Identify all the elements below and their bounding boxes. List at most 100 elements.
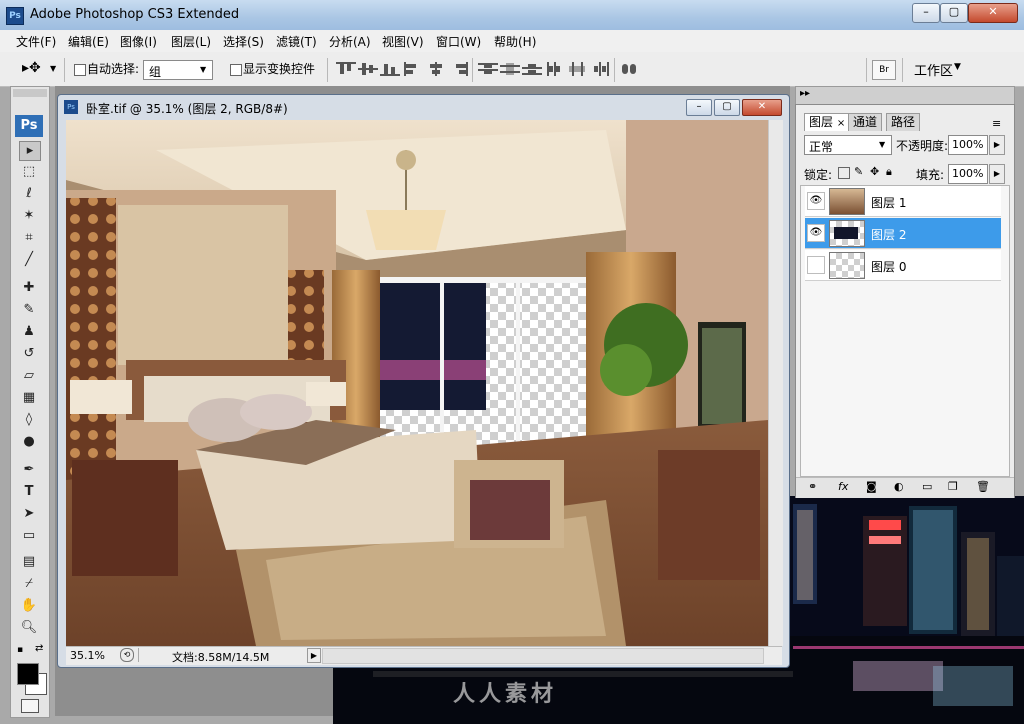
menu-analysis[interactable]: 分析(A) xyxy=(329,33,371,50)
align-left-edges-icon[interactable] xyxy=(404,62,424,76)
panel-dock-header[interactable]: ▸▸ xyxy=(795,86,1015,106)
panel-menu-icon[interactable]: ≡ xyxy=(992,117,1001,130)
close-button[interactable]: ✕ xyxy=(968,3,1018,23)
chevron-down-icon[interactable]: ▼ xyxy=(50,64,56,73)
distribute-top-icon[interactable] xyxy=(478,62,498,76)
eraser-tool-icon[interactable]: ▱ xyxy=(19,367,39,385)
swap-colors-icon[interactable]: ⇄ xyxy=(35,643,43,654)
photoshop-logo[interactable]: Ps xyxy=(15,115,43,137)
notes-tool-icon[interactable]: ▤ xyxy=(19,553,39,571)
minimize-button[interactable]: – xyxy=(912,3,940,23)
align-vertical-centers-icon[interactable] xyxy=(358,62,378,76)
move-tool-preset-icon[interactable]: ▸✥ xyxy=(22,60,46,78)
hand-tool-icon[interactable]: ✋ xyxy=(19,597,39,615)
layer-mask-icon[interactable]: ◙ xyxy=(866,480,877,493)
path-selection-icon[interactable]: ➤ xyxy=(19,505,39,523)
align-top-edges-icon[interactable] xyxy=(336,62,356,76)
pen-tool-icon[interactable]: ✒ xyxy=(19,461,39,479)
blend-mode-dropdown[interactable]: 正常 ▼ xyxy=(804,135,892,155)
tab-channels[interactable]: 通道 xyxy=(848,113,883,131)
crop-tool-icon[interactable]: ⌗ xyxy=(19,229,39,247)
type-tool-icon[interactable]: T xyxy=(19,483,39,501)
layer-row[interactable]: 图层 0 xyxy=(805,250,1001,281)
marquee-tool-icon[interactable]: ⬚ xyxy=(19,163,39,181)
brush-tool-icon[interactable]: ✎ xyxy=(19,301,39,319)
menu-file[interactable]: 文件(F) xyxy=(16,33,56,50)
doc-minimize-button[interactable]: – xyxy=(686,99,712,116)
image-canvas[interactable] xyxy=(66,120,768,646)
opacity-field[interactable]: 100% xyxy=(948,135,988,155)
lock-transparent-icon[interactable] xyxy=(838,167,850,179)
maximize-button[interactable]: ▢ xyxy=(940,3,968,23)
panel-grip[interactable] xyxy=(13,89,47,97)
align-right-edges-icon[interactable] xyxy=(448,62,468,76)
gradient-tool-icon[interactable]: ▦ xyxy=(19,389,39,407)
layer-style-icon[interactable]: fx xyxy=(838,480,848,493)
delete-layer-icon[interactable]: 🗑︎ xyxy=(976,480,990,493)
close-icon[interactable]: × xyxy=(837,118,845,129)
lock-all-icon[interactable]: 🔒︎ xyxy=(886,165,892,179)
slice-tool-icon[interactable]: ╱ xyxy=(19,251,39,269)
quick-mask-icon[interactable] xyxy=(21,699,39,713)
workspace-menu-label[interactable]: 工作区 xyxy=(914,60,953,79)
lasso-tool-icon[interactable]: ℓ xyxy=(19,185,39,203)
link-layers-icon[interactable]: ⚭ xyxy=(808,480,817,493)
status-options-icon[interactable]: ⟲ xyxy=(120,648,134,662)
lock-position-icon[interactable]: ✥ xyxy=(870,165,879,178)
eyedropper-icon[interactable]: ⌿ xyxy=(19,575,39,593)
new-layer-icon[interactable]: ❐ xyxy=(948,480,958,493)
rectangle-tool-icon[interactable]: ▭ xyxy=(19,527,39,545)
align-bottom-edges-icon[interactable] xyxy=(380,62,400,76)
status-menu-arrow-icon[interactable]: ▶ xyxy=(307,648,321,663)
eye-icon[interactable]: 👁︎ xyxy=(807,192,825,210)
menu-edit[interactable]: 编辑(E) xyxy=(68,33,109,50)
auto-align-layers-icon[interactable] xyxy=(620,62,640,76)
menu-select[interactable]: 选择(S) xyxy=(223,33,264,50)
tab-layers[interactable]: 图层 × xyxy=(804,113,851,131)
dodge-tool-icon[interactable]: ● xyxy=(19,433,39,451)
chevron-down-icon[interactable]: ▼ xyxy=(954,62,961,72)
align-horizontal-centers-icon[interactable] xyxy=(426,62,446,76)
zoom-tool-icon[interactable]: 🔍︎ xyxy=(19,619,39,637)
new-group-icon[interactable]: ▭ xyxy=(922,480,932,493)
fill-field[interactable]: 100% xyxy=(948,164,988,184)
magic-wand-icon[interactable]: ✶ xyxy=(19,207,39,225)
menu-image[interactable]: 图像(I) xyxy=(120,33,157,50)
move-tool-icon[interactable]: ▸ xyxy=(19,141,41,161)
clone-stamp-icon[interactable]: ♟ xyxy=(19,323,39,341)
adjustment-layer-icon[interactable]: ◐ xyxy=(894,480,904,493)
layer-row[interactable]: 👁︎ 图层 1 xyxy=(805,186,1001,217)
foreground-color-swatch[interactable] xyxy=(17,663,39,685)
menu-filter[interactable]: 滤镜(T) xyxy=(276,33,317,50)
horizontal-scrollbar[interactable] xyxy=(322,648,764,664)
menu-view[interactable]: 视图(V) xyxy=(382,33,424,50)
doc-maximize-button[interactable]: ▢ xyxy=(714,99,740,116)
bridge-icon[interactable]: Br xyxy=(872,60,896,80)
menu-window[interactable]: 窗口(W) xyxy=(436,33,481,50)
distribute-left-icon[interactable] xyxy=(546,62,566,76)
collapse-panel-icon[interactable]: ▸▸ xyxy=(800,88,810,99)
healing-brush-icon[interactable]: ✚ xyxy=(19,279,39,297)
layer-row[interactable]: 👁︎ 图层 2 xyxy=(805,218,1001,249)
blur-tool-icon[interactable]: ◊ xyxy=(19,411,39,429)
distribute-bottom-icon[interactable] xyxy=(522,62,542,76)
auto-select-checkbox[interactable] xyxy=(74,64,86,76)
show-transform-checkbox[interactable] xyxy=(230,64,242,76)
lock-pixels-icon[interactable]: ✎ xyxy=(854,165,863,178)
auto-select-dropdown[interactable]: 组 ▼ xyxy=(143,60,213,80)
zoom-level[interactable]: 35.1% xyxy=(70,649,105,662)
menu-layer[interactable]: 图层(L) xyxy=(171,33,211,50)
default-colors-icon[interactable]: ▪ xyxy=(17,645,23,655)
distribute-vertical-centers-icon[interactable] xyxy=(500,62,520,76)
distribute-horizontal-centers-icon[interactable] xyxy=(568,62,588,76)
distribute-right-icon[interactable] xyxy=(590,62,610,76)
fill-slider-arrow-icon[interactable]: ▶ xyxy=(989,164,1005,184)
visibility-toggle[interactable] xyxy=(807,256,825,274)
opacity-slider-arrow-icon[interactable]: ▶ xyxy=(989,135,1005,155)
doc-close-button[interactable]: ✕ xyxy=(742,99,782,116)
eye-icon[interactable]: 👁︎ xyxy=(807,224,825,242)
menu-help[interactable]: 帮助(H) xyxy=(494,33,536,50)
vertical-scrollbar[interactable] xyxy=(768,120,783,646)
history-brush-icon[interactable]: ↺ xyxy=(19,345,39,363)
photoshop-app-icon[interactable]: Ps xyxy=(6,7,24,25)
